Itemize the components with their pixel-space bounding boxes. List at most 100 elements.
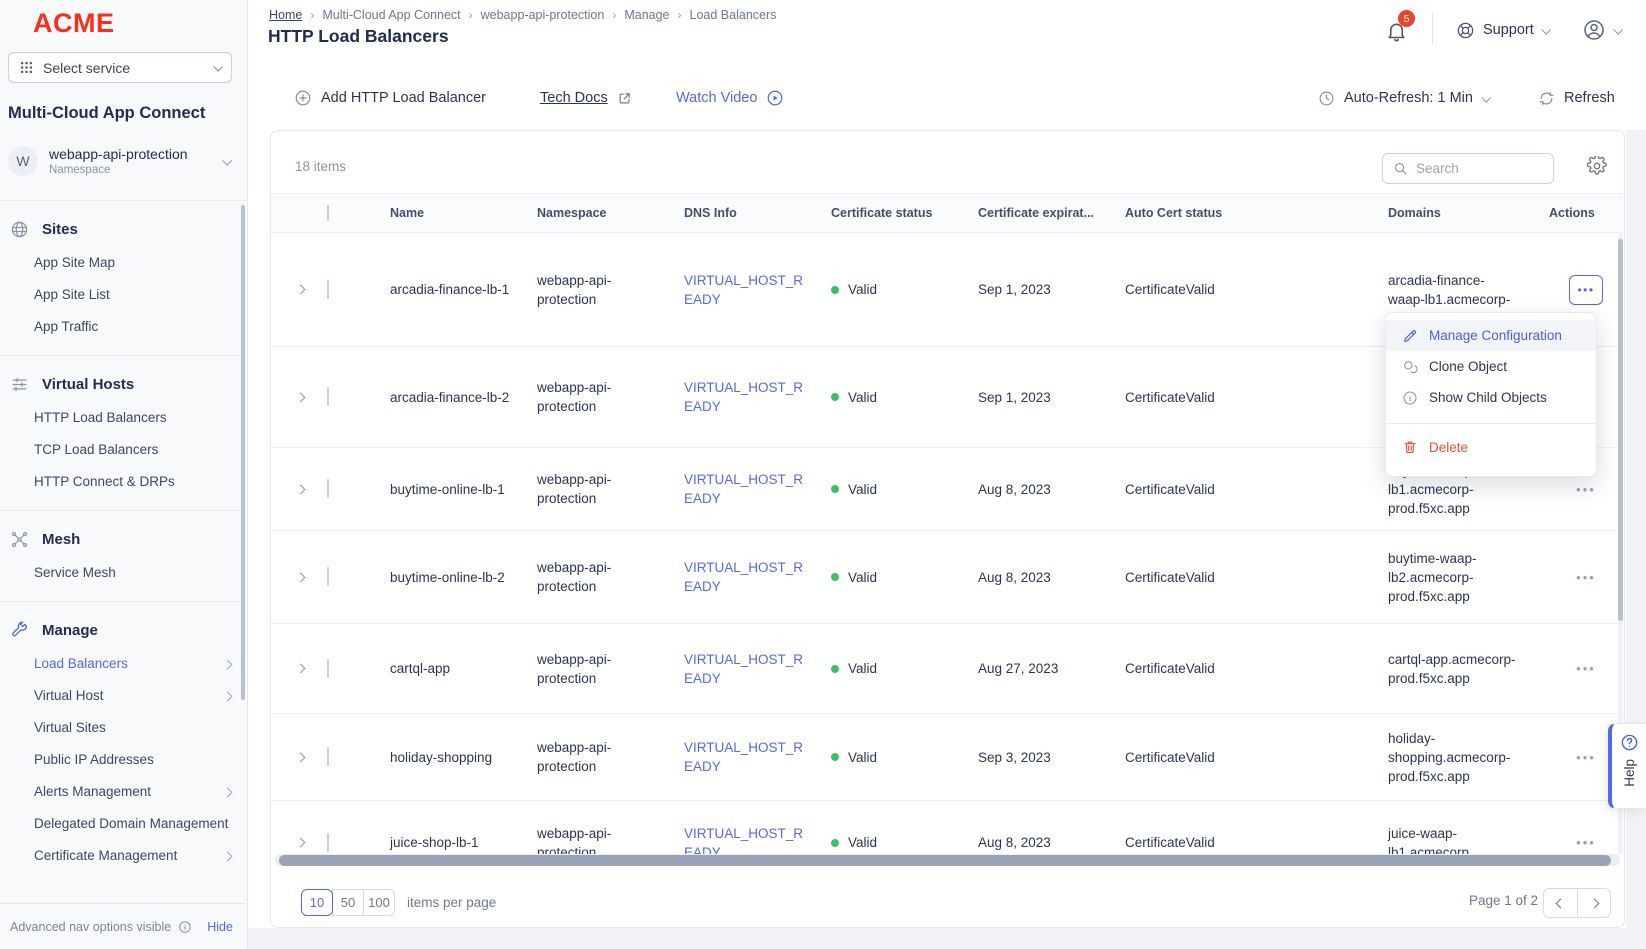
cell-dns-info[interactable]: VIRTUAL_HOST_READY (684, 558, 812, 596)
row-actions-button[interactable]: ••• (1576, 835, 1596, 850)
expand-row-chevron[interactable] (296, 392, 306, 402)
chevron-down-icon (1613, 24, 1623, 34)
row-checkbox[interactable] (327, 833, 329, 852)
notifications-button[interactable]: 5 (1379, 14, 1413, 48)
sidebar-item-tcp-load-balancers[interactable]: TCP Load Balancers (0, 434, 247, 466)
status-dot (831, 839, 839, 847)
sidebar-item-delegated-domain-management[interactable]: Delegated Domain Management (0, 808, 247, 840)
status-dot (831, 286, 839, 294)
external-link-icon (617, 91, 632, 106)
support-menu[interactable]: Support (1456, 16, 1549, 44)
menu-item-manage-configuration[interactable]: Manage Configuration (1386, 320, 1596, 351)
select-all-checkbox[interactable] (327, 205, 329, 221)
sidebar-scrollbar[interactable] (241, 205, 245, 700)
row-checkbox[interactable] (327, 567, 329, 586)
sidebar-item-virtual-host[interactable]: Virtual Host (0, 680, 247, 712)
row-checkbox[interactable] (327, 479, 329, 498)
plus-circle-icon (294, 89, 312, 107)
cell-name: cartql-app (390, 659, 518, 678)
cell-dns-info[interactable]: VIRTUAL_HOST_READY (684, 470, 812, 508)
tech-docs-label: Tech Docs (540, 90, 608, 106)
globe-icon (10, 220, 29, 239)
status-dot (831, 573, 839, 581)
sidebar-item-app-site-list[interactable]: App Site List (0, 279, 247, 311)
prev-page-button[interactable] (1544, 889, 1577, 917)
row-actions-button[interactable]: ••• (1576, 750, 1596, 765)
row-checkbox[interactable] (327, 659, 329, 678)
namespace-avatar: W (8, 146, 38, 176)
refresh-button[interactable]: Refresh (1538, 84, 1615, 112)
sidebar-item-alerts-management[interactable]: Alerts Management (0, 776, 247, 808)
cell-dns-info[interactable]: VIRTUAL_HOST_READY (684, 824, 812, 855)
table-row: juice-shop-lb-1 webapp-api-protection VI… (271, 801, 1623, 854)
expand-row-chevron[interactable] (296, 838, 306, 848)
sidebar-item-app-site-map[interactable]: App Site Map (0, 247, 247, 279)
chevron-down-icon (222, 155, 232, 165)
sidebar-item-service-mesh[interactable]: Service Mesh (0, 557, 247, 589)
cell-certificate-status: Valid (831, 659, 978, 678)
page-size-100[interactable]: 100 (363, 889, 395, 916)
page-size-10[interactable]: 10 (301, 889, 333, 916)
row-actions-button[interactable]: ••• (1576, 661, 1596, 676)
table-row: buytime-online-lb-2 webapp-api-protectio… (271, 531, 1623, 624)
sidebar-footer: Advanced nav options visible Hide (0, 903, 246, 949)
status-dot (831, 665, 839, 673)
auto-refresh-select[interactable]: Auto-Refresh: 1 Min (1318, 84, 1489, 112)
row-checkbox[interactable] (327, 387, 329, 406)
add-load-balancer-button[interactable]: Add HTTP Load Balancer (294, 84, 486, 112)
expand-row-chevron[interactable] (296, 664, 306, 674)
cell-certificate-expiration: Aug 8, 2023 (978, 568, 1125, 587)
sidebar-item-certificate-management[interactable]: Certificate Management (0, 840, 247, 872)
row-checkbox[interactable] (327, 280, 329, 299)
sidebar-item-http-load-balancers[interactable]: HTTP Load Balancers (0, 402, 247, 434)
page-size-50[interactable]: 50 (332, 889, 364, 916)
page-title: HTTP Load Balancers (268, 26, 449, 47)
column-header: Namespace (537, 206, 684, 220)
tech-docs-link[interactable]: Tech Docs (540, 84, 632, 112)
menu-item-delete[interactable]: Delete (1386, 428, 1596, 466)
expand-row-chevron[interactable] (296, 572, 306, 582)
help-tab[interactable]: Help (1608, 723, 1646, 809)
table-row: holiday-shopping webapp-api-protection V… (271, 714, 1623, 801)
service-selector[interactable]: Select service (8, 52, 232, 83)
cell-certificate-status: Valid (831, 280, 978, 299)
menu-item-show-child-objects[interactable]: Show Child Objects (1386, 382, 1596, 413)
sidebar-item-public-ip-addresses[interactable]: Public IP Addresses (0, 744, 247, 776)
cell-auto-cert-status: CertificateValid (1125, 568, 1388, 587)
row-checkbox[interactable] (327, 747, 329, 766)
search-input[interactable] (1416, 161, 1543, 176)
table-horizontal-scrollbar[interactable] (275, 854, 1620, 866)
play-circle-icon (766, 89, 784, 107)
breadcrumb-separator: › (469, 8, 473, 22)
row-actions-button[interactable]: ••• (1576, 570, 1596, 585)
expand-row-chevron[interactable] (296, 484, 306, 494)
cell-dns-info[interactable]: VIRTUAL_HOST_READY (684, 378, 812, 416)
expand-row-chevron[interactable] (296, 285, 306, 295)
cell-dns-info[interactable]: VIRTUAL_HOST_READY (684, 738, 812, 776)
sidebar-section: Virtual Hosts HTTP Load Balancers TCP Lo… (0, 356, 247, 511)
next-page-button[interactable] (1577, 889, 1610, 917)
sidebar-item-http-connect-drps[interactable]: HTTP Connect & DRPs (0, 466, 247, 498)
menu-item-clone-object[interactable]: Clone Object (1386, 351, 1596, 382)
row-actions-button[interactable]: ••• (1569, 275, 1603, 305)
account-menu[interactable] (1582, 16, 1621, 44)
gear-icon[interactable] (1587, 156, 1607, 176)
expand-row-chevron[interactable] (296, 752, 306, 762)
sidebar-item-virtual-sites[interactable]: Virtual Sites (0, 712, 247, 744)
page-size-buttons: 1050100 (301, 889, 395, 916)
cell-auto-cert-status: CertificateValid (1125, 833, 1388, 852)
breadcrumb-separator: › (310, 8, 314, 22)
row-actions-button[interactable]: ••• (1576, 482, 1596, 497)
pencil-icon (1402, 328, 1418, 344)
clone-icon (1402, 359, 1418, 375)
cell-dns-info[interactable]: VIRTUAL_HOST_READY (684, 650, 812, 688)
breadcrumb-item[interactable]: Home (269, 8, 302, 22)
hide-nav-link[interactable]: Hide (207, 920, 233, 934)
lifebuoy-icon (1456, 21, 1475, 40)
namespace-selector[interactable]: W webapp-api-protection Namespace (8, 138, 240, 184)
cell-dns-info[interactable]: VIRTUAL_HOST_READY (684, 271, 812, 309)
sidebar-item-load-balancers[interactable]: Load Balancers (0, 648, 247, 680)
cell-auto-cert-status: CertificateValid (1125, 748, 1388, 767)
sidebar-item-app-traffic[interactable]: App Traffic (0, 311, 247, 343)
watch-video-link[interactable]: Watch Video (676, 84, 784, 112)
